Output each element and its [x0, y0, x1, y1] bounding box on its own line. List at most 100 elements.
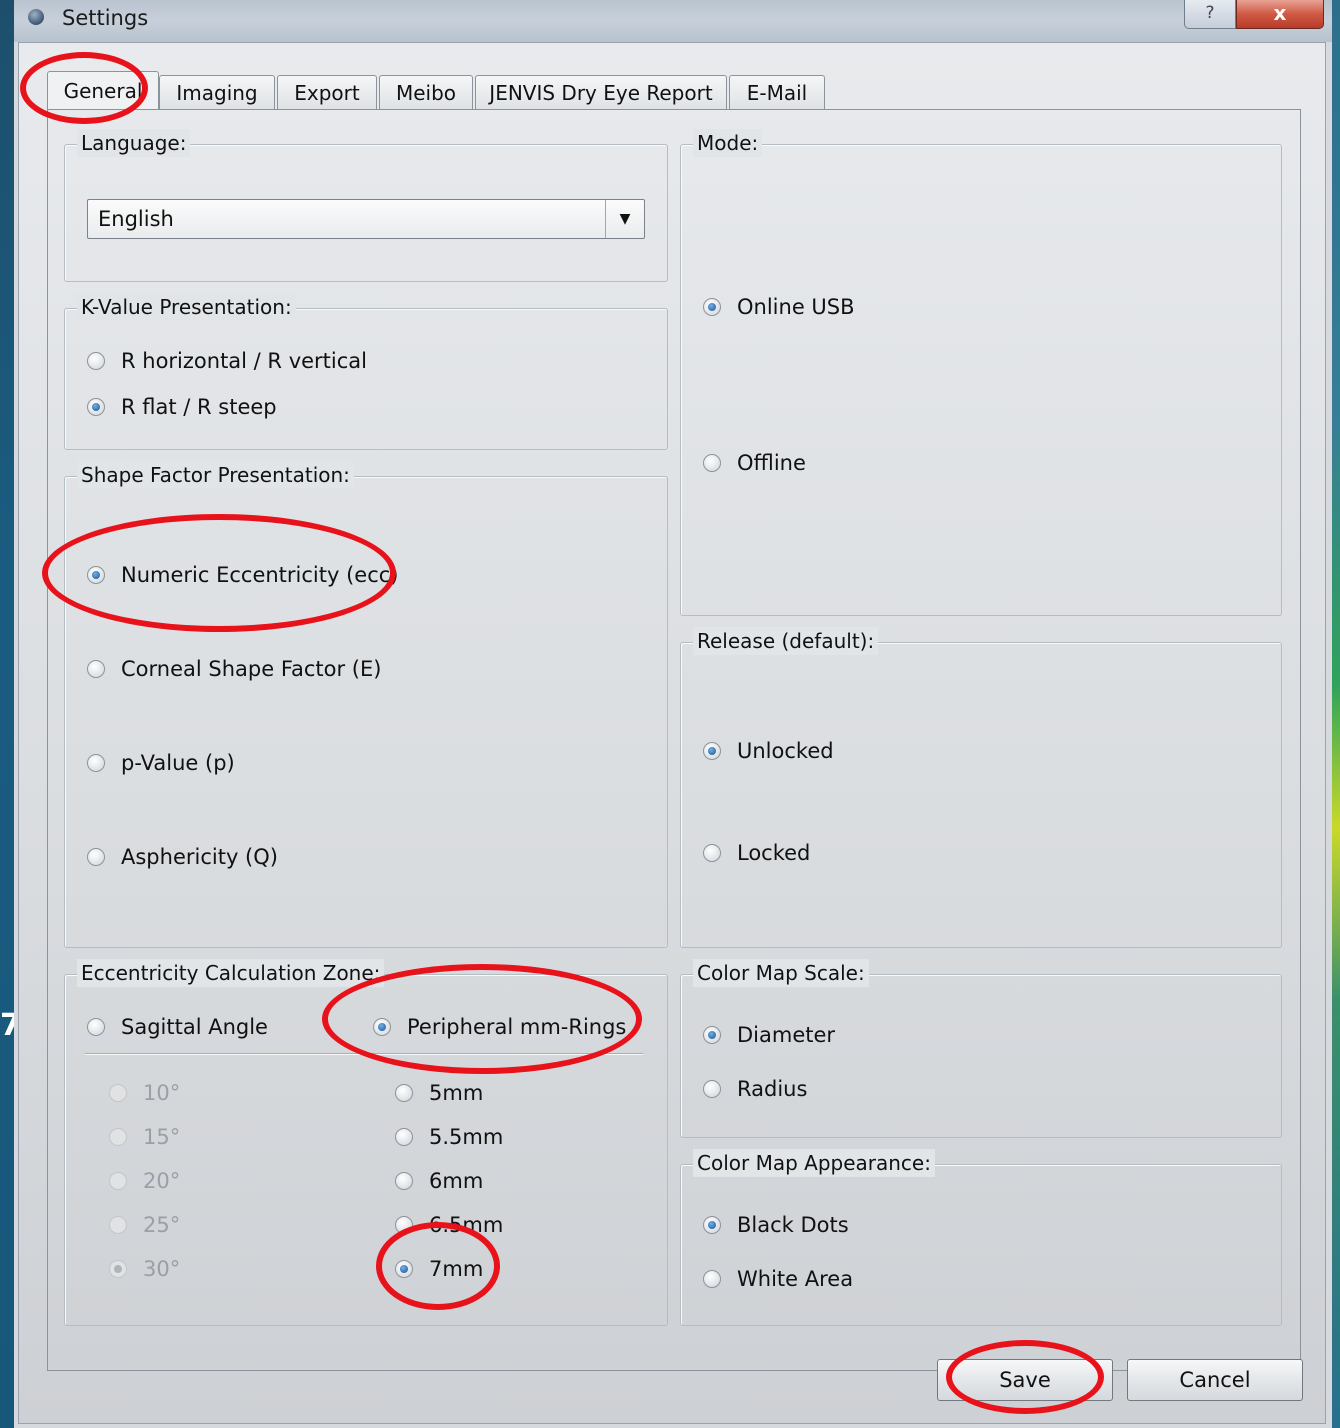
- radio-label: 5.5mm: [429, 1125, 504, 1149]
- radio-ring-5-5mm[interactable]: 5.5mm: [395, 1125, 503, 1149]
- radio-label: 15°: [143, 1125, 181, 1149]
- chevron-down-icon[interactable]: ▼: [605, 200, 644, 238]
- radio-label: Peripheral mm-Rings: [407, 1015, 627, 1039]
- radio-dot[interactable]: [703, 454, 721, 472]
- radio-ring-5mm[interactable]: 5mm: [395, 1081, 483, 1105]
- help-button[interactable]: ?: [1184, 0, 1236, 29]
- save-button[interactable]: Save: [937, 1359, 1113, 1401]
- radio-sagittal-angle[interactable]: Sagittal Angle: [87, 1015, 268, 1039]
- radio-dot[interactable]: [395, 1216, 413, 1234]
- radio-ring-7mm[interactable]: 7mm: [395, 1257, 483, 1281]
- radio-angle-15[interactable]: 15°: [109, 1125, 180, 1149]
- radio-label: White Area: [737, 1267, 854, 1291]
- radio-dot[interactable]: [703, 1270, 721, 1288]
- radio-dot[interactable]: [109, 1172, 127, 1190]
- radio-angle-30[interactable]: 30°: [109, 1257, 180, 1281]
- radio-dot[interactable]: [87, 848, 105, 866]
- general-tab-page: Language: English ▼ K-Value Presentation…: [47, 109, 1301, 1371]
- radio-angle-25[interactable]: 25°: [109, 1213, 180, 1237]
- mode-group-title: Mode:: [693, 129, 763, 157]
- radio-label: Online USB: [737, 295, 855, 319]
- language-select[interactable]: English ▼: [87, 199, 645, 239]
- ecc-zone-group-title: Eccentricity Calculation Zone:: [77, 959, 385, 987]
- tab-general[interactable]: General: [47, 71, 159, 109]
- radio-dot[interactable]: [703, 1080, 721, 1098]
- radio-asphericity[interactable]: Asphericity (Q): [87, 845, 278, 869]
- radio-dot[interactable]: [395, 1172, 413, 1190]
- radio-label: 6mm: [429, 1169, 484, 1193]
- radio-locked[interactable]: Locked: [703, 841, 810, 865]
- close-button[interactable]: x: [1236, 0, 1324, 29]
- radio-black-dots[interactable]: Black Dots: [703, 1213, 849, 1237]
- radio-angle-20[interactable]: 20°: [109, 1169, 180, 1193]
- radio-dot[interactable]: [87, 754, 105, 772]
- window-title: Settings: [62, 6, 149, 30]
- tab-imaging[interactable]: Imaging: [159, 75, 275, 109]
- radio-label: 5mm: [429, 1081, 484, 1105]
- app-icon: [28, 9, 44, 25]
- mode-group: Mode: Online USB Offline: [680, 129, 1282, 616]
- radio-label: R horizontal / R vertical: [121, 349, 368, 373]
- title-bar[interactable]: Settings ? x: [14, 0, 1332, 42]
- radio-label: Numeric Eccentricity (ecc): [121, 563, 399, 587]
- settings-window: Settings ? x General Imaging Export Meib…: [14, 0, 1332, 1428]
- color-map-scale-group-title: Color Map Scale:: [693, 959, 869, 987]
- color-map-scale-group: Color Map Scale: Diameter Radius: [680, 959, 1282, 1138]
- radio-label: Offline: [737, 451, 806, 475]
- radio-dot[interactable]: [109, 1084, 127, 1102]
- tab-jenvis-dry-eye-report[interactable]: JENVIS Dry Eye Report: [475, 75, 727, 109]
- radio-numeric-eccentricity[interactable]: Numeric Eccentricity (ecc): [87, 563, 399, 587]
- radio-dot[interactable]: [395, 1128, 413, 1146]
- radio-dot[interactable]: [703, 1216, 721, 1234]
- radio-label: Sagittal Angle: [121, 1015, 268, 1039]
- shape-factor-group: Shape Factor Presentation: Numeric Eccen…: [64, 461, 668, 948]
- radio-p-value[interactable]: p-Value (p): [87, 751, 235, 775]
- tab-export[interactable]: Export: [277, 75, 377, 109]
- radio-ring-6mm[interactable]: 6mm: [395, 1169, 483, 1193]
- radio-label: Corneal Shape Factor (E): [121, 657, 382, 681]
- radio-peripheral-mm-rings[interactable]: Peripheral mm-Rings: [373, 1015, 626, 1039]
- kvalue-group-title: K-Value Presentation:: [77, 293, 296, 321]
- radio-dot[interactable]: [87, 398, 105, 416]
- radio-dot[interactable]: [703, 844, 721, 862]
- kvalue-group: K-Value Presentation: R horizontal / R v…: [64, 293, 668, 450]
- tab-meibo[interactable]: Meibo: [379, 75, 473, 109]
- radio-angle-10[interactable]: 10°: [109, 1081, 180, 1105]
- zone-separator: [85, 1053, 643, 1055]
- radio-r-flat-steep[interactable]: R flat / R steep: [87, 395, 277, 419]
- radio-white-area[interactable]: White Area: [703, 1267, 853, 1291]
- radio-dot[interactable]: [703, 742, 721, 760]
- radio-r-horizontal-vertical[interactable]: R horizontal / R vertical: [87, 349, 367, 373]
- radio-dot[interactable]: [109, 1216, 127, 1234]
- radio-dot[interactable]: [109, 1260, 127, 1278]
- color-map-appearance-group: Color Map Appearance: Black Dots White A…: [680, 1149, 1282, 1326]
- radio-dot[interactable]: [703, 298, 721, 316]
- language-group-title: Language:: [77, 129, 191, 157]
- radio-corneal-shape-factor[interactable]: Corneal Shape Factor (E): [87, 657, 381, 681]
- radio-label: Asphericity (Q): [121, 845, 278, 869]
- radio-unlocked[interactable]: Unlocked: [703, 739, 834, 763]
- radio-label: 6.5mm: [429, 1213, 504, 1237]
- radio-label: Radius: [737, 1077, 808, 1101]
- cancel-button[interactable]: Cancel: [1127, 1359, 1303, 1401]
- radio-radius[interactable]: Radius: [703, 1077, 807, 1101]
- tab-email[interactable]: E-Mail: [729, 75, 825, 109]
- dialog-content: General Imaging Export Meibo JENVIS Dry …: [18, 42, 1326, 1424]
- radio-dot[interactable]: [87, 566, 105, 584]
- radio-offline[interactable]: Offline: [703, 451, 806, 475]
- radio-dot[interactable]: [87, 660, 105, 678]
- radio-dot[interactable]: [109, 1128, 127, 1146]
- radio-dot[interactable]: [395, 1260, 413, 1278]
- radio-dot[interactable]: [395, 1084, 413, 1102]
- radio-ring-6-5mm[interactable]: 6.5mm: [395, 1213, 503, 1237]
- release-group: Release (default): Unlocked Locked: [680, 627, 1282, 948]
- radio-dot[interactable]: [87, 1018, 105, 1036]
- radio-dot[interactable]: [373, 1018, 391, 1036]
- radio-dot[interactable]: [703, 1026, 721, 1044]
- color-map-appearance-group-title: Color Map Appearance:: [693, 1149, 935, 1177]
- radio-label: 25°: [143, 1213, 181, 1237]
- radio-dot[interactable]: [87, 352, 105, 370]
- radio-online-usb[interactable]: Online USB: [703, 295, 855, 319]
- radio-diameter[interactable]: Diameter: [703, 1023, 835, 1047]
- radio-label: 30°: [143, 1257, 181, 1281]
